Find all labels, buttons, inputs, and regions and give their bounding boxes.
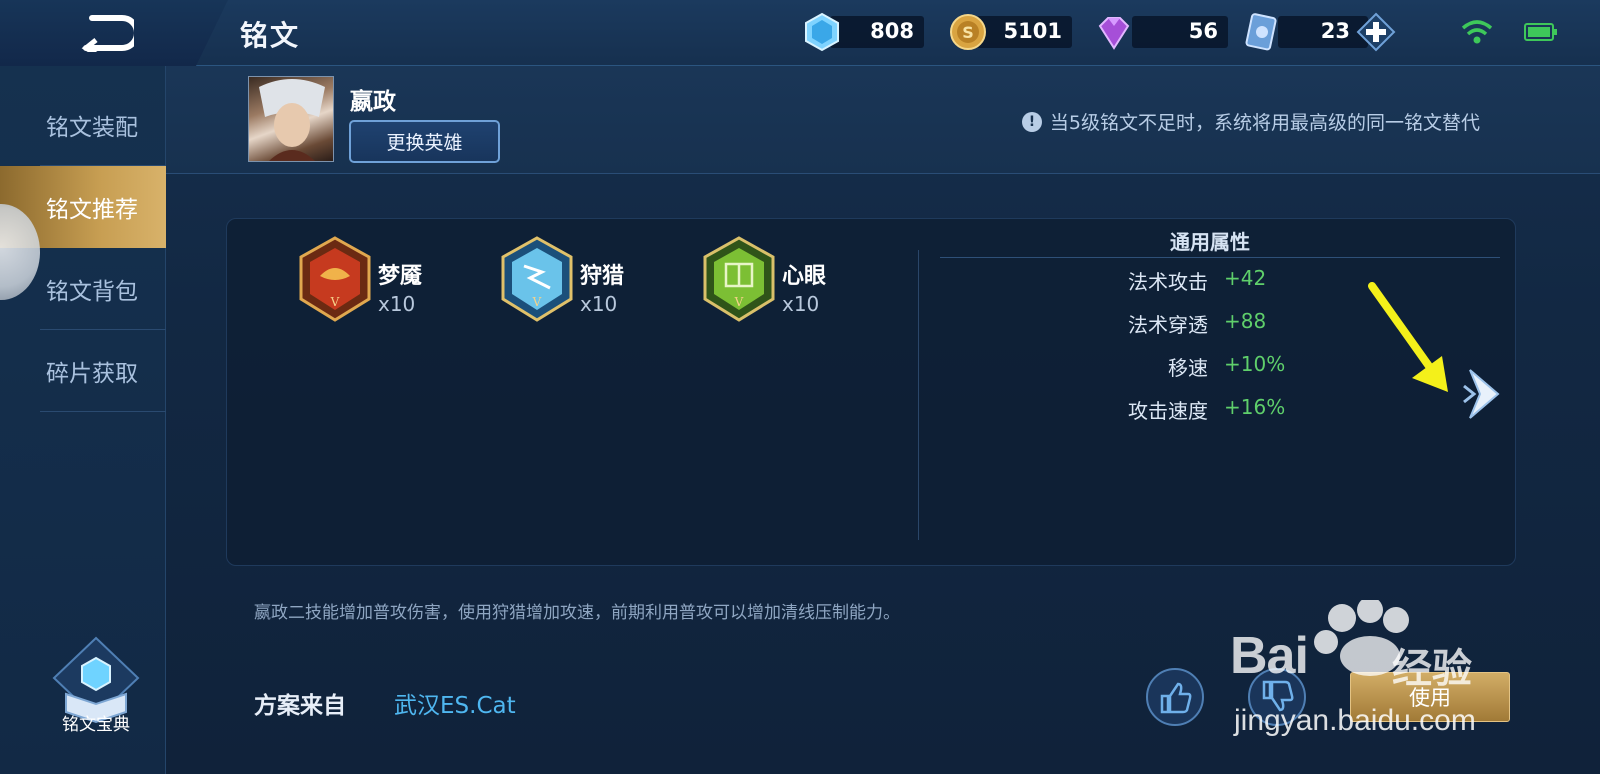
crystal-icon — [805, 12, 839, 52]
watermark-brand: Bai — [1230, 627, 1309, 685]
next-page-chevron-icon[interactable] — [1462, 364, 1508, 424]
diamond-value: 56 — [1188, 19, 1218, 43]
sidebar-item-rune-equip[interactable]: 铭文装配 — [0, 84, 166, 166]
page-title: 铭文 — [240, 19, 301, 52]
diamond-icon — [1098, 17, 1130, 50]
attribute-value: +16% — [1224, 395, 1286, 419]
attribute-value: +10% — [1224, 352, 1286, 376]
rune-count: x10 — [782, 292, 820, 316]
rune-name: 梦魇 — [378, 264, 423, 289]
hero-face-icon — [259, 79, 325, 161]
rune-count: x10 — [580, 292, 618, 316]
attributes-title: 通用属性 — [1170, 230, 1250, 254]
add-ticket-icon[interactable] — [1356, 12, 1396, 52]
attribute-value: +88 — [1224, 309, 1267, 333]
svg-text:V: V — [532, 295, 542, 309]
svg-text:V: V — [734, 295, 744, 309]
hero-name: 嬴政 — [350, 89, 396, 115]
gold-resource: 5101 S — [946, 10, 1076, 54]
rune-book-label: 铭文宝典 — [62, 715, 130, 735]
svg-text:V: V — [330, 295, 340, 309]
battery-icon — [1524, 23, 1557, 41]
thumbs-up-icon — [1160, 682, 1192, 714]
like-button[interactable] — [1146, 668, 1204, 726]
change-hero-button[interactable]: 更换英雄 — [349, 120, 500, 163]
attribute-name: 攻击速度 — [1128, 399, 1208, 423]
hero-portrait — [248, 76, 334, 162]
sidebar-item-fragment-get[interactable]: 碎片获取 — [0, 330, 166, 412]
watermark-url: jingyan.baidu.com — [1234, 704, 1476, 737]
panel-divider — [918, 250, 919, 540]
svg-text:S: S — [962, 23, 974, 42]
sidebar-item-label: 碎片获取 — [46, 361, 138, 387]
notice-text: 当5级铭文不足时，系统将用最高级的同一铭文替代 — [1049, 112, 1480, 134]
hunt-rune-icon: V — [501, 236, 573, 322]
top-bar: 铭文 808 5101 S 56 23 — [0, 0, 1600, 66]
attribute-name: 法术穿透 — [1128, 313, 1208, 337]
back-icon[interactable] — [78, 14, 134, 52]
source-author-link[interactable]: 武汉ES.Cat — [394, 686, 516, 720]
rune-item[interactable]: V 狩猎 x10 — [500, 236, 690, 322]
sidebar-item-label: 铭文装配 — [46, 115, 138, 141]
mind-eye-rune-icon: V — [703, 236, 775, 322]
wifi-icon — [1461, 20, 1493, 44]
rune-name: 狩猎 — [580, 264, 625, 289]
sidebar-item-label: 铭文背包 — [46, 279, 138, 305]
diamond-resource: 56 — [1092, 10, 1232, 54]
info-icon: ! — [1021, 111, 1042, 132]
rune-item[interactable]: V 心眼 x10 — [702, 236, 892, 322]
nightmare-rune-icon: V — [299, 236, 371, 322]
rune-item[interactable]: V 梦魇 x10 — [298, 236, 488, 322]
attribute-value: +42 — [1224, 266, 1267, 290]
ticket-resource: 23 — [1240, 10, 1400, 54]
sidebar-item-label: 铭文推荐 — [46, 197, 138, 223]
ticket-icon — [1245, 13, 1277, 51]
attribute-name: 移速 — [1168, 356, 1208, 380]
crystal-resource: 808 — [800, 10, 930, 54]
attribute-name: 法术攻击 — [1128, 270, 1208, 294]
yellow-arrow-annotation-icon — [1368, 282, 1448, 392]
rune-count: x10 — [378, 292, 416, 316]
ticket-value: 23 — [1320, 19, 1350, 43]
rune-name: 心眼 — [782, 264, 827, 289]
notice: ! 当5级铭文不足时，系统将用最高级的同一铭文替代 — [1021, 108, 1480, 135]
watermark-cn: 经验 — [1392, 646, 1472, 692]
source-label: 方案来自 — [254, 693, 346, 719]
plan-description: 嬴政二技能增加普攻伤害，使用狩猎增加攻速，前期利用普攻可以增加清线压制能力。 — [254, 603, 900, 623]
gold-coin-icon: S — [950, 14, 986, 50]
attributes-divider — [940, 257, 1500, 258]
